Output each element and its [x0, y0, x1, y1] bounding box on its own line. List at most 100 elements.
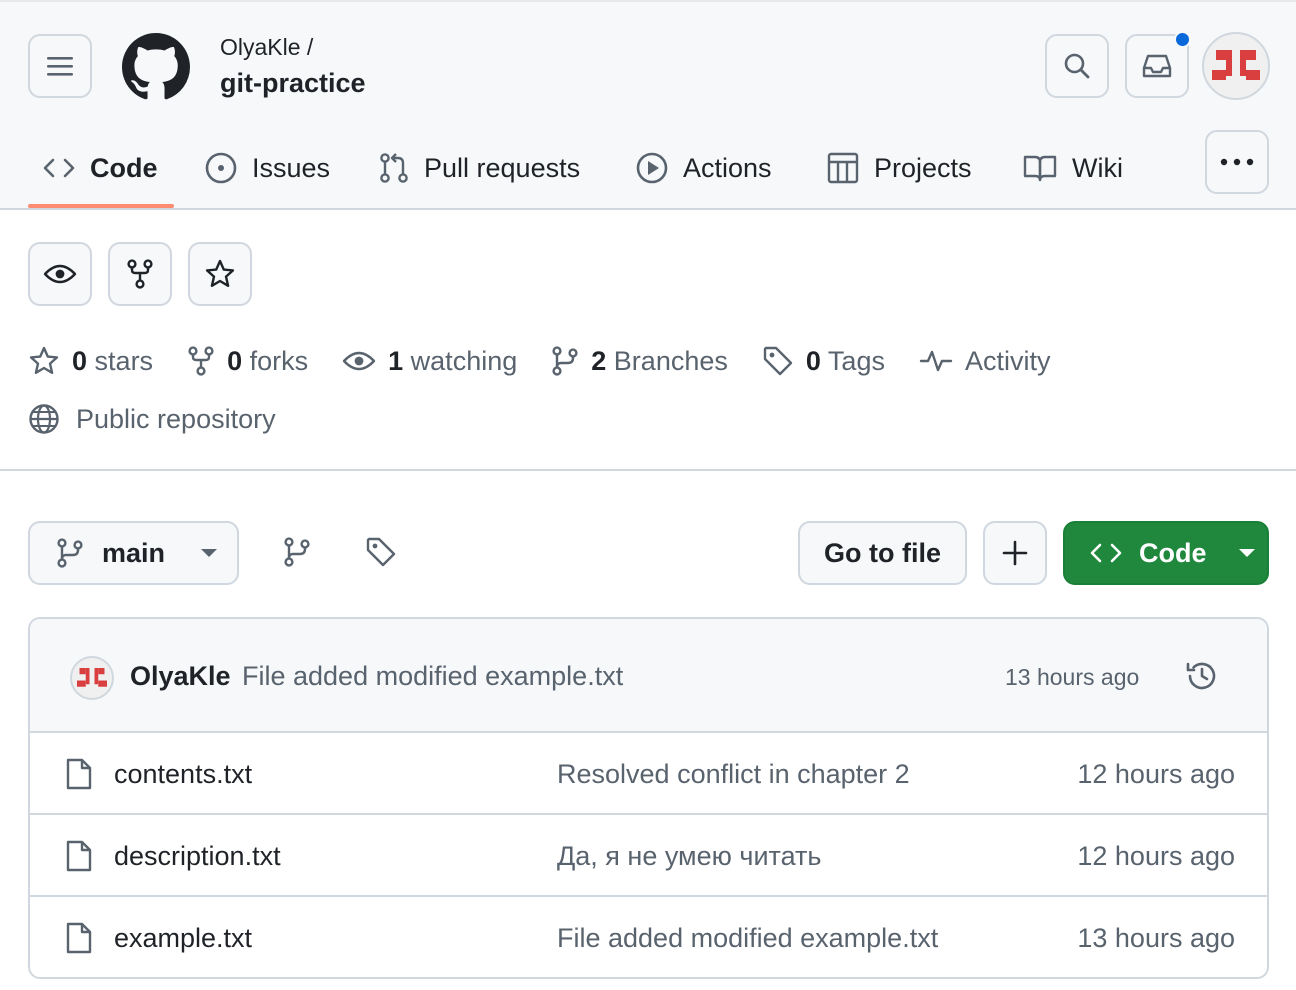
file-name-link[interactable]: description.txt [114, 841, 281, 872]
eye-icon [43, 264, 77, 284]
tab-label: Wiki [1072, 152, 1123, 183]
latest-commit-bar: OlyaKle File added modified example.txt … [30, 619, 1267, 733]
tab-pull-requests[interactable]: Pull requests [378, 128, 580, 208]
commit-author-link[interactable]: OlyaKle [130, 661, 231, 692]
tag-icon [763, 346, 793, 376]
tab-label: Code [90, 152, 158, 183]
repo-forked-icon [127, 259, 153, 289]
stars-count: 0 [72, 345, 88, 376]
watching-label: watching [410, 345, 518, 376]
active-tab-indicator [28, 204, 174, 208]
file-row[interactable]: example.txt File added modified example.… [30, 897, 1267, 977]
branch-selector[interactable]: main [28, 521, 239, 585]
tab-label: Actions [683, 152, 772, 183]
watching-count: 1 [388, 345, 404, 376]
repo-owner-link[interactable]: OlyaKle / [220, 34, 313, 61]
branch-name: main [102, 537, 166, 568]
tab-code[interactable]: Code [42, 128, 158, 208]
tab-label: Projects [874, 152, 972, 183]
code-icon [43, 158, 75, 178]
code-icon [1090, 543, 1122, 563]
tab-wiki[interactable]: Wiki [1022, 128, 1123, 208]
section-divider [0, 469, 1296, 471]
file-icon [66, 758, 92, 790]
commit-message-link[interactable]: File added modified example.txt [242, 661, 623, 692]
tab-issues[interactable]: Issues [204, 128, 330, 208]
commit-time: 13 hours ago [1005, 664, 1140, 690]
identicon-icon [1212, 50, 1260, 80]
eye-icon [342, 351, 376, 371]
book-icon [1023, 155, 1057, 182]
repo-nav-tabs: Code Issues Pull requests Actions Projec… [0, 128, 1296, 208]
file-commit-message[interactable]: Да, я не умею читать [557, 841, 821, 872]
stars-link[interactable]: 0 stars [28, 345, 153, 377]
more-tabs-button[interactable] [1205, 130, 1269, 194]
file-commit-time: 12 hours ago [1077, 841, 1235, 871]
file-icon [66, 922, 92, 954]
add-file-button[interactable] [983, 521, 1047, 585]
git-branch-icon [57, 538, 83, 568]
triangle-down-icon [1238, 549, 1255, 557]
branches-label: Branches [613, 345, 728, 376]
table-icon [827, 152, 859, 184]
tags-count: 0 [805, 345, 821, 376]
file-icon [66, 840, 92, 872]
repo-stats: 0 stars 0 forks 1 watching 2 Branches 0 … [28, 338, 1084, 384]
search-icon [1064, 53, 1090, 79]
file-name-link[interactable]: contents.txt [114, 759, 252, 790]
fork-button[interactable] [108, 242, 172, 306]
git-branch-icon [552, 346, 578, 376]
tag-icon[interactable] [365, 536, 397, 568]
activity-label: Activity [964, 345, 1051, 376]
forks-label: forks [249, 345, 309, 376]
globe-icon [29, 404, 59, 434]
visibility-label: Public repository [76, 403, 276, 434]
star-button[interactable] [188, 242, 252, 306]
tab-actions[interactable]: Actions [635, 128, 772, 208]
repo-visibility: Public repository [28, 396, 276, 442]
tags-link[interactable]: 0 Tags [762, 345, 885, 377]
go-to-file-button[interactable]: Go to file [798, 521, 967, 585]
branches-link[interactable]: 2 Branches [551, 345, 728, 377]
commit-author-avatar[interactable] [70, 656, 114, 700]
forks-count: 0 [227, 345, 243, 376]
triangle-down-icon [201, 549, 218, 557]
file-list: OlyaKle File added modified example.txt … [28, 617, 1269, 979]
issue-opened-icon [205, 152, 237, 184]
tags-label: Tags [827, 345, 885, 376]
pulse-icon [919, 350, 953, 372]
activity-link[interactable]: Activity [919, 345, 1051, 377]
file-commit-message[interactable]: Resolved conflict in chapter 2 [557, 759, 910, 790]
watch-button[interactable] [28, 242, 92, 306]
play-icon [636, 152, 668, 184]
file-commit-time: 12 hours ago [1077, 759, 1235, 789]
file-commit-time: 13 hours ago [1077, 923, 1235, 953]
tab-projects[interactable]: Projects [826, 128, 972, 208]
code-dropdown-button[interactable]: Code [1063, 521, 1269, 585]
git-pull-request-icon [380, 153, 408, 183]
kebab-horizontal-icon [1220, 158, 1254, 166]
branches-icon[interactable] [283, 536, 311, 568]
repo-forked-icon [188, 346, 214, 376]
watching-link[interactable]: 1 watching [342, 346, 517, 377]
notification-indicator [1174, 31, 1191, 48]
user-avatar[interactable] [1202, 32, 1270, 100]
stars-label: stars [94, 345, 154, 376]
history-icon[interactable] [1184, 658, 1220, 694]
plus-icon [1002, 540, 1028, 566]
star-icon [29, 346, 59, 374]
file-name-link[interactable]: example.txt [114, 923, 252, 954]
hamburger-menu-icon [47, 57, 73, 76]
inbox-icon [1142, 54, 1172, 78]
star-icon [205, 259, 235, 287]
identicon-icon [77, 668, 107, 687]
file-commit-message[interactable]: File added modified example.txt [557, 923, 938, 954]
file-row[interactable]: contents.txt Resolved conflict in chapte… [30, 733, 1267, 815]
github-logo-icon[interactable] [122, 33, 190, 101]
file-row[interactable]: description.txt Да, я не умею читать 12 … [30, 815, 1267, 897]
tab-label: Pull requests [424, 152, 581, 183]
search-button[interactable] [1045, 34, 1109, 98]
repo-name-link[interactable]: git-practice [220, 68, 366, 99]
menu-button[interactable] [28, 34, 92, 98]
forks-link[interactable]: 0 forks [187, 345, 308, 377]
